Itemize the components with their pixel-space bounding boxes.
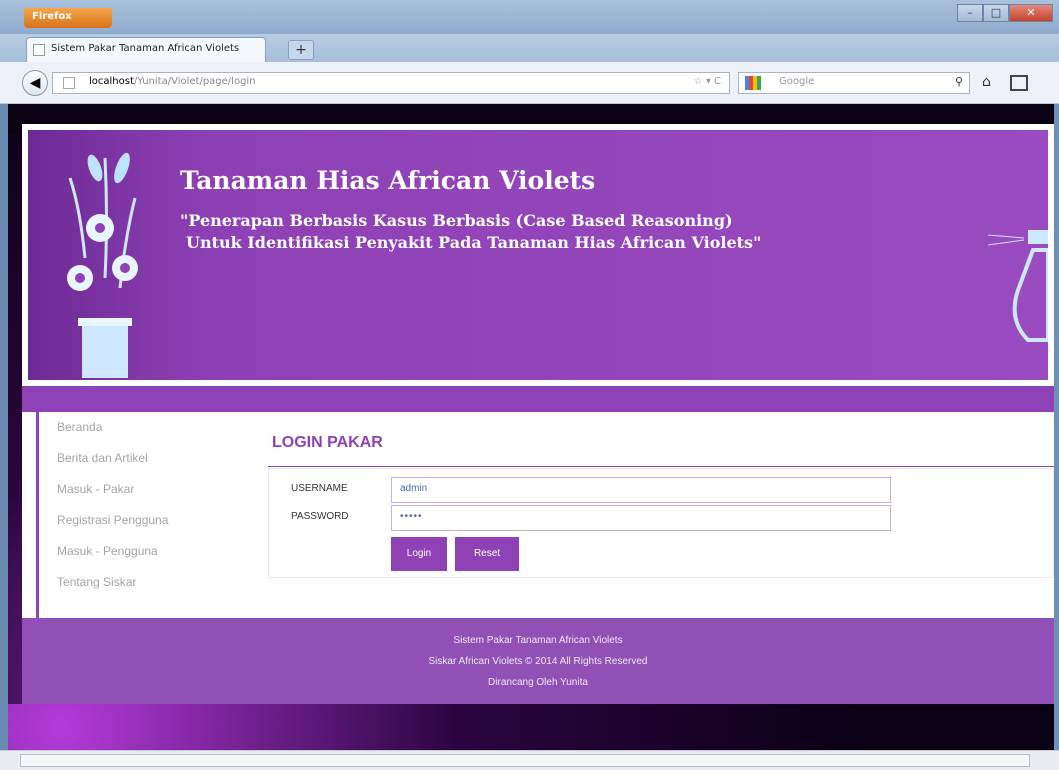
sidebar-item-berita[interactable]: Berita dan Artikel <box>39 443 254 474</box>
title-divider <box>268 466 1054 467</box>
password-input[interactable]: ••••• <box>391 505 891 531</box>
login-panel: LOGIN PAKAR USERNAME admin PASSWORD ••••… <box>254 412 1054 618</box>
site-title: Tanaman Hias African Violets <box>180 166 596 195</box>
sidebar-item-beranda[interactable]: Beranda <box>39 412 254 443</box>
bookmark-star-icon[interactable]: ☆ ▾ C <box>694 76 721 87</box>
close-icon[interactable]: ✕ <box>1009 4 1053 22</box>
url-path: /Yunita/Violet/page/login <box>133 76 256 87</box>
login-form: USERNAME admin PASSWORD ••••• Login Rese… <box>268 468 1054 578</box>
page-title: LOGIN PAKAR <box>272 434 383 451</box>
minimize-icon[interactable]: – <box>957 4 983 22</box>
scrollbar-thumb[interactable] <box>20 754 1030 767</box>
sidebar-item-masuk-pakar[interactable]: Masuk - Pakar <box>39 474 254 505</box>
new-tab-button[interactable]: + <box>288 40 314 60</box>
sidebar-item-tentang[interactable]: Tentang Siskar <box>39 567 254 598</box>
content-area: Beranda Berita dan Artikel Masuk - Pakar… <box>22 412 1054 618</box>
username-input[interactable]: admin <box>391 477 891 503</box>
flower-pot-icon <box>67 152 138 378</box>
navigation-toolbar: ◀ localhost/Yunita/Violet/page/login ☆ ▾… <box>0 62 1059 104</box>
username-label: USERNAME <box>291 483 348 494</box>
tab-active[interactable]: Sistem Pakar Tanaman African Violets <box>26 37 266 62</box>
subtitle-line-1: "Penerapan Berbasis Kasus Berbasis (Case… <box>180 211 733 230</box>
site-footer: Sistem Pakar Tanaman African Violets Sis… <box>22 618 1054 704</box>
search-icon[interactable]: ⚲ <box>955 75 963 88</box>
spray-bottle-icon <box>988 230 1048 342</box>
site-subtitle: "Penerapan Berbasis Kasus Berbasis (Case… <box>180 210 761 254</box>
login-button[interactable]: Login <box>391 537 447 571</box>
footer-line-2: Siskar African Violets © 2014 All Rights… <box>428 656 648 667</box>
reset-button[interactable]: Reset <box>455 537 519 571</box>
decorative-background <box>8 704 1054 750</box>
url-host: localhost <box>89 76 134 87</box>
password-label: PASSWORD <box>291 511 349 522</box>
window-titlebar: Firefox – □ ✕ <box>0 0 1059 34</box>
window-border <box>0 104 8 750</box>
search-placeholder: Google <box>779 76 815 87</box>
firefox-menu-button[interactable]: Firefox <box>24 8 112 28</box>
page-viewport: Tanaman Hias African Violets "Penerapan … <box>8 104 1054 750</box>
google-icon[interactable] <box>745 76 761 90</box>
tab-title: Sistem Pakar Tanaman African Violets <box>51 43 240 54</box>
search-bar[interactable]: Google ⚲ <box>738 72 970 94</box>
maximize-icon[interactable]: □ <box>983 4 1009 22</box>
address-bar[interactable]: localhost/Yunita/Violet/page/login ☆ ▾ C <box>52 72 730 94</box>
tab-bar: Sistem Pakar Tanaman African Violets + <box>0 34 1059 62</box>
page-favicon-icon <box>33 44 45 56</box>
bookmarks-menu-icon[interactable] <box>1010 75 1028 91</box>
site-identity-icon <box>63 77 75 89</box>
sidebar-item-registrasi[interactable]: Registrasi Pengguna <box>39 505 254 536</box>
subtitle-line-2: Untuk Identifikasi Penyakit Pada Tanaman… <box>186 233 762 252</box>
window-controls: – □ ✕ <box>957 4 1053 22</box>
sidebar-item-masuk-pengguna[interactable]: Masuk - Pengguna <box>39 536 254 567</box>
back-arrow-icon[interactable]: ◀ <box>22 70 48 96</box>
horizontal-scrollbar[interactable] <box>0 750 1059 770</box>
footer-line-3: Dirancang Oleh Yunita <box>488 677 588 688</box>
nav-strip <box>22 386 1054 412</box>
site-header-banner: Tanaman Hias African Violets "Penerapan … <box>22 124 1054 386</box>
sidebar-menu: Beranda Berita dan Artikel Masuk - Pakar… <box>36 412 254 618</box>
footer-line-1: Sistem Pakar Tanaman African Violets <box>453 635 623 646</box>
home-icon[interactable]: ⌂ <box>982 74 991 90</box>
